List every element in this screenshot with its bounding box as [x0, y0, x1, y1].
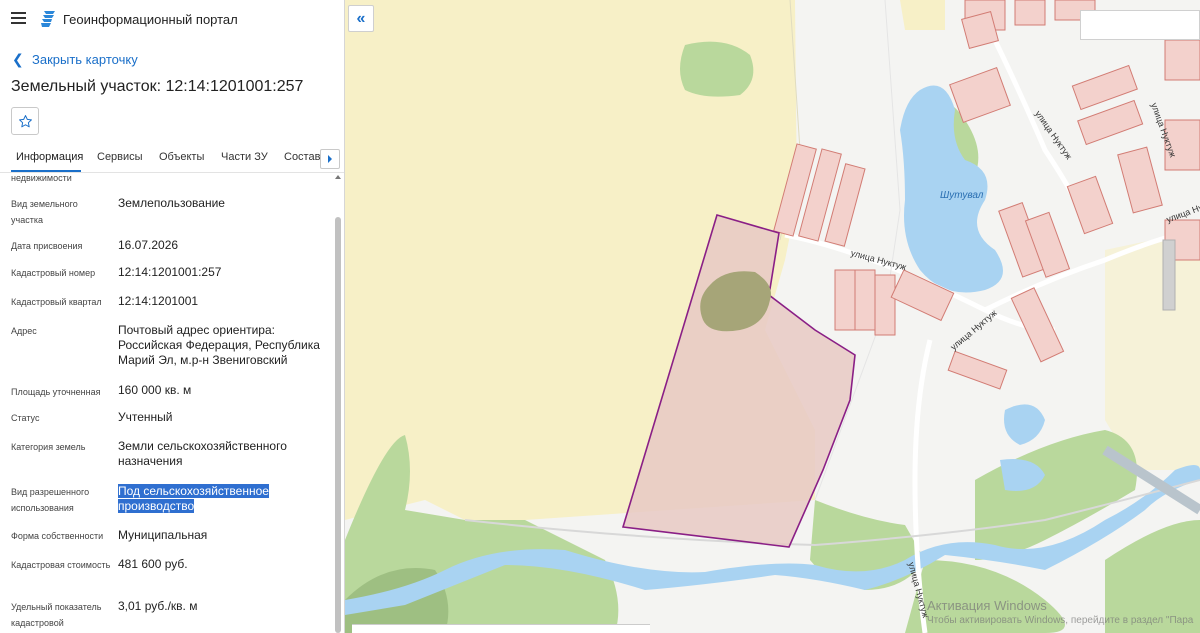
prop-value: Землепользование: [118, 196, 225, 210]
prop-label: Вид разрешенного использования: [11, 487, 90, 513]
hamburger-menu-icon[interactable]: [11, 12, 26, 24]
prop-label: Кадастровый квартал: [11, 297, 102, 307]
collapse-panel-button[interactable]: «: [348, 5, 374, 32]
top-bar: Геоинформационный портал: [0, 0, 344, 38]
prop-value: Почтовый адрес ориентира: Российская Фед…: [118, 323, 320, 367]
prop-label: Статус: [11, 413, 40, 423]
prop-label: Кадастровая стоимость: [11, 560, 111, 570]
windows-activation-title: Активация Windows: [927, 598, 1047, 613]
pond-shutuval: [900, 85, 1003, 293]
prop-value-highlighted[interactable]: Под сельскохозяйственное производство: [118, 484, 326, 514]
prop-value: 12:14:1201001:257: [118, 265, 222, 279]
double-chevron-left-icon: «: [356, 9, 366, 27]
selected-text[interactable]: Под сельскохозяйственное производство: [118, 484, 269, 513]
tab-bar: Информация Сервисы Объекты Части ЗУ Сост…: [0, 145, 344, 173]
prop-label: Форма собственности: [11, 531, 104, 541]
prop-label: Удельный показатель кадастровой: [11, 602, 102, 628]
gray-building: [1162, 239, 1176, 311]
prop-label: Кадастровый номер: [11, 268, 96, 278]
properties-list: недвижимости Вид земельного участка Земл…: [0, 173, 333, 633]
tabs-scroll-right-button[interactable]: [320, 149, 340, 169]
prop-value: 160 000 кв. м: [118, 383, 192, 397]
prop-label: Вид земельного участка: [11, 199, 78, 225]
app-title: Геоинформационный портал: [63, 12, 238, 27]
tab-parts[interactable]: Части ЗУ: [221, 151, 268, 163]
prop-value: Учтенный: [118, 410, 173, 424]
prop-value: 12:14:1201001: [118, 294, 199, 308]
map-bottom-bar: [352, 624, 650, 633]
scroll-up-arrow-icon[interactable]: [335, 175, 341, 179]
map-search-box[interactable]: [1080, 10, 1200, 40]
star-icon: [18, 114, 32, 127]
prop-label: Категория земель: [11, 442, 86, 452]
map-view[interactable]: улица Нуктуж улица Нуктуж улица Нуктуж у…: [345, 0, 1200, 633]
prop-label: недвижимости: [11, 173, 72, 183]
place-label: Шутувал: [940, 190, 984, 201]
field-area-small: [900, 0, 945, 30]
chevron-left-icon: ❮: [12, 50, 24, 67]
tab-information[interactable]: Информация: [16, 151, 83, 163]
prop-value: 481 600 руб.: [118, 557, 188, 571]
prop-value: 3,01 руб./кв. м: [118, 599, 198, 613]
prop-value: Земли сельскохозяйственного назначения: [118, 439, 287, 468]
page-title: Земельный участок: 12:14:1201001:257: [11, 78, 304, 95]
active-tab-indicator: [11, 170, 81, 172]
map-canvas[interactable]: [345, 0, 1200, 633]
field-area-right: [1105, 230, 1200, 470]
pond-east: [1004, 404, 1045, 445]
prop-label: Адрес: [11, 326, 37, 336]
caret-right-icon: [328, 155, 332, 163]
panel-scrollbar[interactable]: [334, 173, 342, 633]
portal-logo-icon: [41, 11, 55, 27]
forest-patch-north: [680, 41, 754, 97]
tab-objects[interactable]: Объекты: [159, 151, 204, 163]
prop-value: 16.07.2026: [118, 238, 179, 252]
tab-composition[interactable]: Состав: [284, 151, 320, 163]
close-card-link[interactable]: ❮ Закрыть карточку: [12, 50, 138, 68]
favorite-button[interactable]: [11, 107, 39, 135]
info-panel: Геоинформационный портал ❮ Закрыть карто…: [0, 0, 345, 633]
prop-value: Муниципальная: [118, 528, 208, 542]
scroll-thumb[interactable]: [335, 217, 341, 633]
windows-activation-text: Чтобы активировать Windows, перейдите в …: [927, 615, 1194, 626]
close-card-label: Закрыть карточку: [32, 51, 138, 67]
tab-services[interactable]: Сервисы: [97, 151, 143, 163]
prop-label: Дата присвоения: [11, 241, 83, 251]
prop-label: Площадь уточненная: [11, 387, 101, 397]
